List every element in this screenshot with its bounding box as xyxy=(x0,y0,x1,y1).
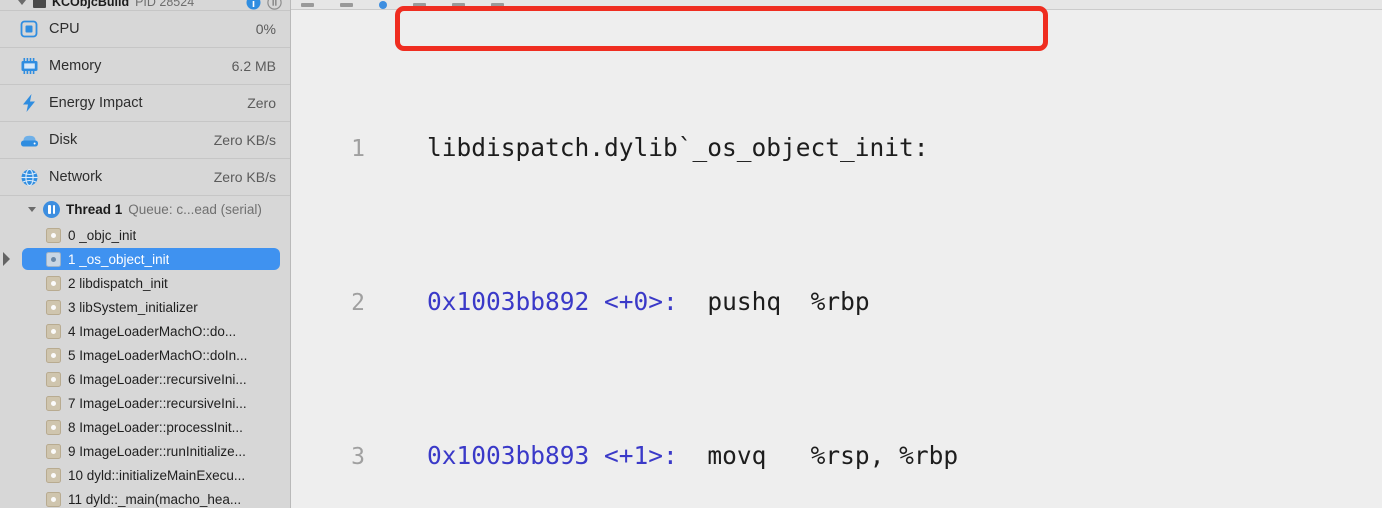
instruction-operands: %rbp xyxy=(810,286,870,316)
stat-value-memory: 6.2 MB xyxy=(231,58,276,74)
editor-toolbar[interactable] xyxy=(291,0,1382,10)
app-icon xyxy=(33,0,46,8)
frame-function-icon xyxy=(46,323,61,339)
stack-frame-row-6[interactable]: 6 ImageLoader::recursiveIni... xyxy=(0,367,290,391)
current-arrow: -- xyxy=(365,129,427,168)
chevron-down-icon[interactable] xyxy=(18,0,27,7)
code-line-2[interactable]: 2--0x1003bb892 <+0>: pushq %rbp xyxy=(291,283,1382,322)
stat-row-cpu[interactable]: CPU 0% xyxy=(0,10,290,47)
stat-value-cpu: 0% xyxy=(255,21,276,37)
pause-icon[interactable] xyxy=(267,0,282,10)
stack-frame-row-11[interactable]: 11 dyld::_main(macho_hea... xyxy=(0,487,290,508)
chevron-down-icon[interactable] xyxy=(28,205,37,214)
breadcrumb-path[interactable] xyxy=(413,2,426,7)
stack-frame-label: 2 libdispatch_init xyxy=(68,275,168,291)
stat-label-memory: Memory xyxy=(49,58,102,74)
current-arrow: -- xyxy=(365,437,427,476)
stat-label-disk: Disk xyxy=(49,132,78,148)
line-number: 3 xyxy=(351,443,365,470)
selection-marker-icon xyxy=(3,252,10,266)
frame-function-icon xyxy=(46,347,61,363)
line-number: 1 xyxy=(351,135,365,162)
frame-function-icon xyxy=(46,443,61,459)
stack-frame-row-1[interactable]: 1 _os_object_init xyxy=(0,247,290,271)
stack-frame-label: 10 dyld::initializeMainExecu... xyxy=(68,467,246,483)
stack-frame-row-2[interactable]: 2 libdispatch_init xyxy=(0,271,290,295)
frame-function-icon xyxy=(46,299,61,315)
debug-navigator-sidebar[interactable]: KCObjcBuild PID 28524 CPU 0% Memory 6.2 xyxy=(0,0,291,508)
network-icon xyxy=(18,167,40,187)
stack-frame-label: 3 libSystem_initializer xyxy=(68,299,198,315)
stack-frame-row-0[interactable]: 0 _objc_init xyxy=(0,223,290,247)
editor-options-icon[interactable] xyxy=(491,2,504,7)
frame-function-icon xyxy=(46,467,61,483)
stack-frame-row-7[interactable]: 7 ImageLoader::recursiveIni... xyxy=(0,391,290,415)
debugger-window: KCObjcBuild PID 28524 CPU 0% Memory 6.2 xyxy=(0,0,1382,508)
instruction-address: 0x1003bb892 xyxy=(427,286,590,316)
frame-function-icon xyxy=(46,251,61,267)
disk-icon xyxy=(18,130,40,150)
code-line-3[interactable]: 3--0x1003bb893 <+1>: movq %rsp, %rbp xyxy=(291,437,1382,476)
cpu-icon xyxy=(18,19,40,39)
code-line-1[interactable]: 1--libdispatch.dylib`_os_object_init: xyxy=(291,129,1382,168)
thread-icon xyxy=(43,201,60,218)
frame-function-icon xyxy=(46,227,61,243)
stack-frame-row-5[interactable]: 5 ImageLoaderMachO::doIn... xyxy=(0,343,290,367)
stat-row-energy-impact[interactable]: Energy Impact Zero xyxy=(0,84,290,121)
stack-frame-label: 4 ImageLoaderMachO::do... xyxy=(68,323,237,339)
stat-value-disk: Zero KB/s xyxy=(213,132,276,148)
energy-icon xyxy=(18,93,40,113)
instruction-offset: <+1>: xyxy=(604,440,678,470)
frame-function-icon xyxy=(46,275,61,291)
current-arrow: -- xyxy=(365,283,427,322)
stat-row-disk[interactable]: Disk Zero KB/s xyxy=(0,121,290,158)
stat-label-energy-impact: Energy Impact xyxy=(49,95,143,111)
stat-label-network: Network xyxy=(49,169,103,185)
line-number: 2 xyxy=(351,289,365,316)
stack-frame-label: 11 dyld::_main(macho_hea... xyxy=(68,491,242,507)
instruction-address: 0x1003bb893 xyxy=(427,440,590,470)
stack-frame-label: 7 ImageLoader::recursiveIni... xyxy=(68,395,247,411)
stack-frame-row-9[interactable]: 9 ImageLoader::runInitialize... xyxy=(0,439,290,463)
stat-value-energy-impact: Zero xyxy=(247,95,276,111)
instruction-operands: %rsp, %rbp xyxy=(810,440,959,470)
stack-frame-row-8[interactable]: 8 ImageLoader::processInit... xyxy=(0,415,290,439)
disassembly-listing[interactable]: 1--libdispatch.dylib`_os_object_init: 2-… xyxy=(291,10,1382,508)
process-name: KCObjcBuild xyxy=(52,0,130,9)
process-pid: PID 28524 xyxy=(135,0,195,9)
breadcrumb-icon[interactable] xyxy=(379,0,387,9)
memory-icon xyxy=(18,56,40,76)
instruction-mnemonic: pushq xyxy=(707,286,782,316)
stack-frame-label: 6 ImageLoader::recursiveIni... xyxy=(68,371,247,387)
frame-function-icon xyxy=(46,419,61,435)
sidebar-toggle-icon[interactable] xyxy=(301,2,314,7)
instruction-offset: <+0>: xyxy=(604,286,678,316)
thread-name: Thread 1 xyxy=(66,202,123,217)
stat-label-cpu: CPU xyxy=(49,21,80,37)
symbol-name: libdispatch.dylib`_os_object_init: xyxy=(427,132,929,162)
process-header-row[interactable]: KCObjcBuild PID 28524 xyxy=(0,0,290,10)
info-icon[interactable] xyxy=(246,0,261,10)
stack-frame-row-3[interactable]: 3 libSystem_initializer xyxy=(0,295,290,319)
stack-frame-label: 0 _objc_init xyxy=(68,227,137,243)
stack-frame-row-10[interactable]: 10 dyld::initializeMainExecu... xyxy=(0,463,290,487)
frame-function-icon xyxy=(46,371,61,387)
stat-row-network[interactable]: Network Zero KB/s xyxy=(0,158,290,195)
frame-function-icon xyxy=(46,491,61,507)
disassembly-pane[interactable]: 1--libdispatch.dylib`_os_object_init: 2-… xyxy=(291,0,1382,508)
stack-frame-label: 8 ImageLoader::processInit... xyxy=(68,419,243,435)
stack-frame-label: 9 ImageLoader::runInitialize... xyxy=(68,443,246,459)
stat-row-memory[interactable]: Memory 6.2 MB xyxy=(0,47,290,84)
back-arrow-icon[interactable] xyxy=(340,2,353,7)
stack-frame-label: 5 ImageLoaderMachO::doIn... xyxy=(68,347,248,363)
stat-value-network: Zero KB/s xyxy=(213,169,276,185)
instruction-mnemonic: movq xyxy=(707,440,767,470)
thread-queue-label: Queue: c...ead (serial) xyxy=(128,202,262,217)
thread-row[interactable]: Thread 1 Queue: c...ead (serial) xyxy=(0,195,290,223)
frame-function-icon xyxy=(46,395,61,411)
breadcrumb-symbol[interactable] xyxy=(452,2,465,7)
stack-frame-row-4[interactable]: 4 ImageLoaderMachO::do... xyxy=(0,319,290,343)
stack-frame-label: 1 _os_object_init xyxy=(68,251,170,267)
